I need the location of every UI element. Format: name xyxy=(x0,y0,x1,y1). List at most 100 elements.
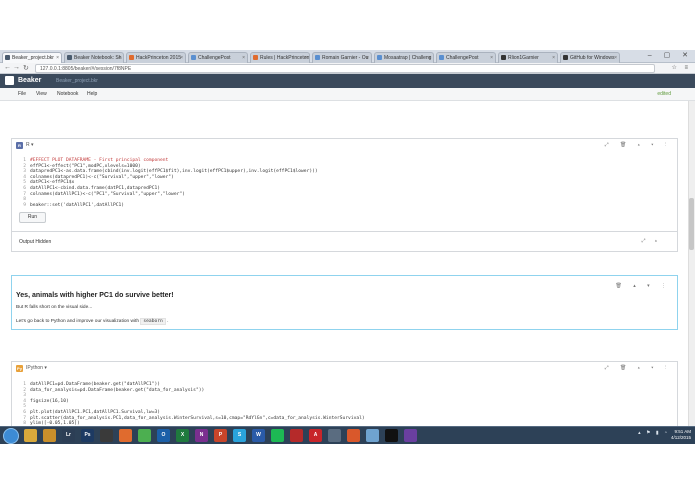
r-language-badge: R xyxy=(16,142,23,149)
code-text: plt.scatter(data_for_analysis.PC1,data_f… xyxy=(30,415,365,421)
clock[interactable]: 9:51 AM 4/12/2015 xyxy=(671,429,691,441)
python-code-editor[interactable]: 1 datAllPC1=pd.DataFrame(beaker.get("datA… xyxy=(18,382,365,426)
browser-tab[interactable]: Beaker Notebook: Sh × xyxy=(64,52,124,63)
menu-help[interactable]: Help xyxy=(87,91,97,97)
tab-close-icon[interactable]: × xyxy=(428,53,431,63)
menu-view[interactable]: View xyxy=(36,91,47,97)
tab-close-icon[interactable]: × xyxy=(180,53,183,63)
tab-label: Beaker Notebook: Sh xyxy=(74,55,122,61)
windows-taskbar: ▴ ⚑ ▮ ◔ 9:51 AM 4/12/2015 Lr Ps O X N P S W A xyxy=(0,426,695,444)
tab-favicon-icon xyxy=(377,55,382,60)
tab-label: ChallengePost xyxy=(198,55,231,61)
visualstudio-app-icon[interactable] xyxy=(404,429,417,442)
tab-label: ChallengePost xyxy=(446,55,479,61)
firefox-app-icon[interactable] xyxy=(119,429,132,442)
skype-app-icon[interactable]: S xyxy=(233,429,246,442)
notepad-app-icon[interactable] xyxy=(366,429,379,442)
photoshop-app-icon[interactable]: Ps xyxy=(81,429,94,442)
python-code-cell[interactable]: Py IPython ▾ ⤢ 🗑 ▴ ▾ ⋮ 1 datAllPC1=pd.Dat… xyxy=(11,361,678,426)
tab-close-icon[interactable]: × xyxy=(552,53,555,63)
tab-favicon-icon xyxy=(439,55,444,60)
python-evaluator-label: IPython xyxy=(26,365,43,371)
markdown-cell[interactable]: 🗑 ▴ ▾ ⋮ Yes, animals with higher PC1 do … xyxy=(11,275,678,330)
browser-tab[interactable]: Rules | HackPrinceton × xyxy=(250,52,310,63)
tab-close-icon[interactable]: × xyxy=(490,53,493,63)
cell-output: Output Hidden ⤢ ▴ xyxy=(11,232,678,252)
browser-menu-icon[interactable]: ☆ ≡ xyxy=(671,64,691,71)
python-language-badge: Py xyxy=(16,365,23,372)
url-field[interactable]: 127.0.0.1:8805/beaker/#/session/7f8NPE xyxy=(35,64,655,73)
beaker-header: Beaker Beaker_project.bkr xyxy=(0,74,695,88)
tab-close-icon[interactable]: × xyxy=(614,53,617,63)
menu-file[interactable]: File xyxy=(18,91,26,97)
media-app-icon[interactable] xyxy=(100,429,113,442)
code-text: #EFFECT PLOT DATAFRAME - First principal… xyxy=(30,158,169,163)
forward-icon[interactable]: → xyxy=(13,64,20,71)
tab-close-icon[interactable]: × xyxy=(118,53,121,63)
tab-label: Rlion1Garnier xyxy=(508,55,539,61)
markdown-cell-toolbar[interactable]: 🗑 ▴ ▾ ⋮ xyxy=(615,283,671,289)
folder-app-icon[interactable] xyxy=(43,429,56,442)
clock-date: 4/12/2015 xyxy=(670,435,691,440)
browser-tab[interactable]: Mosaatrap | Challeng × xyxy=(374,52,434,63)
tab-close-icon[interactable]: × xyxy=(366,53,369,63)
powerpoint-app-icon[interactable]: P xyxy=(214,429,227,442)
outlook-app-icon[interactable]: O xyxy=(157,429,170,442)
filezilla-app-icon[interactable] xyxy=(290,429,303,442)
system-tray[interactable]: ▴ ⚑ ▮ ◔ xyxy=(638,430,669,436)
vm-app-icon[interactable] xyxy=(328,429,341,442)
tab-close-icon[interactable]: × xyxy=(242,53,245,63)
browser-tab[interactable]: Romain Garnier - Ou × xyxy=(312,52,372,63)
inline-code: seaborn xyxy=(140,318,166,325)
evaluator-dropdown[interactable]: R ▾ xyxy=(26,142,34,148)
tab-label: GitHub for Windows xyxy=(570,55,615,61)
r-code-cell[interactable]: R R ▾ ⤢ 🗑 ▴ ▾ ⋮ 1 #EFFECT PLOT DATAFRAME … xyxy=(11,138,678,232)
output-hidden-label: Output Hidden xyxy=(19,239,52,245)
browser-tab-bar: – ▢ ✕ Beaker_project.bkr × Beaker Notebook… xyxy=(0,50,695,63)
browser-tab[interactable]: ChallengePost × xyxy=(188,52,248,63)
markdown-text-end: . xyxy=(167,319,169,324)
markdown-paragraph: But R falls short on the visual side... xyxy=(16,305,93,310)
browser-tab[interactable]: HackPrinceton 2015 × xyxy=(126,52,186,63)
app-title: Beaker xyxy=(18,77,42,84)
browser-tab[interactable]: GitHub for Windows × xyxy=(560,52,620,63)
scrollbar-thumb[interactable] xyxy=(689,198,694,250)
acrobat-app-icon[interactable]: A xyxy=(309,429,322,442)
menu-notebook[interactable]: Notebook xyxy=(57,91,78,97)
chrome-app-icon[interactable] xyxy=(138,429,151,442)
output-toolbar[interactable]: ⤢ ▴ xyxy=(642,238,662,244)
browser-tab[interactable]: Rlion1Garnier × xyxy=(498,52,558,63)
markdown-paragraph-2: Let's go back to Python and improve our … xyxy=(16,318,169,325)
explorer-app-icon[interactable] xyxy=(24,429,37,442)
code-text: figsize(16,10) xyxy=(30,398,69,404)
back-icon[interactable]: ← xyxy=(4,64,11,71)
run-button[interactable]: Run xyxy=(19,212,46,223)
code-text: datAllPC1=pd.DataFrame(beaker.get("datAl… xyxy=(30,382,160,387)
reload-icon[interactable]: ↻ xyxy=(23,64,29,72)
lightroom-app-icon[interactable]: Lr xyxy=(62,429,75,442)
spotify-app-icon[interactable] xyxy=(271,429,284,442)
browser-tab[interactable]: Beaker_project.bkr × xyxy=(2,52,62,63)
code-line: 9 beaker::set('datAllPC1',datAllPC1) xyxy=(18,203,318,209)
start-button[interactable] xyxy=(3,428,19,444)
tab-label: HackPrinceton 2015 xyxy=(136,55,182,61)
browser-tab[interactable]: ChallengePost × xyxy=(436,52,496,63)
r-code-editor[interactable]: 1 #EFFECT PLOT DATAFRAME - First principa… xyxy=(18,158,318,209)
window-controls[interactable]: – ▢ ✕ xyxy=(648,51,693,59)
tab-close-icon[interactable]: × xyxy=(56,53,59,63)
tab-close-icon[interactable]: × xyxy=(304,53,307,63)
cell-toolbar[interactable]: ⤢ 🗑 ▴ ▾ ⋮ xyxy=(605,142,671,148)
beaker-logo-icon xyxy=(5,76,14,85)
word-app-icon[interactable]: W xyxy=(252,429,265,442)
notebook-scrollbar[interactable] xyxy=(688,101,695,426)
notebook-name[interactable]: Beaker_project.bkr xyxy=(56,77,98,85)
tab-favicon-icon xyxy=(501,55,506,60)
tab-favicon-icon xyxy=(67,55,72,60)
terminal-app-icon[interactable] xyxy=(385,429,398,442)
excel-app-icon[interactable]: X xyxy=(176,429,189,442)
matlab-app-icon[interactable] xyxy=(347,429,360,442)
python-cell-toolbar[interactable]: ⤢ 🗑 ▴ ▾ ⋮ xyxy=(605,365,671,371)
empty-area xyxy=(0,444,695,494)
python-evaluator-dropdown[interactable]: IPython ▾ xyxy=(26,365,47,371)
onenote-app-icon[interactable]: N xyxy=(195,429,208,442)
